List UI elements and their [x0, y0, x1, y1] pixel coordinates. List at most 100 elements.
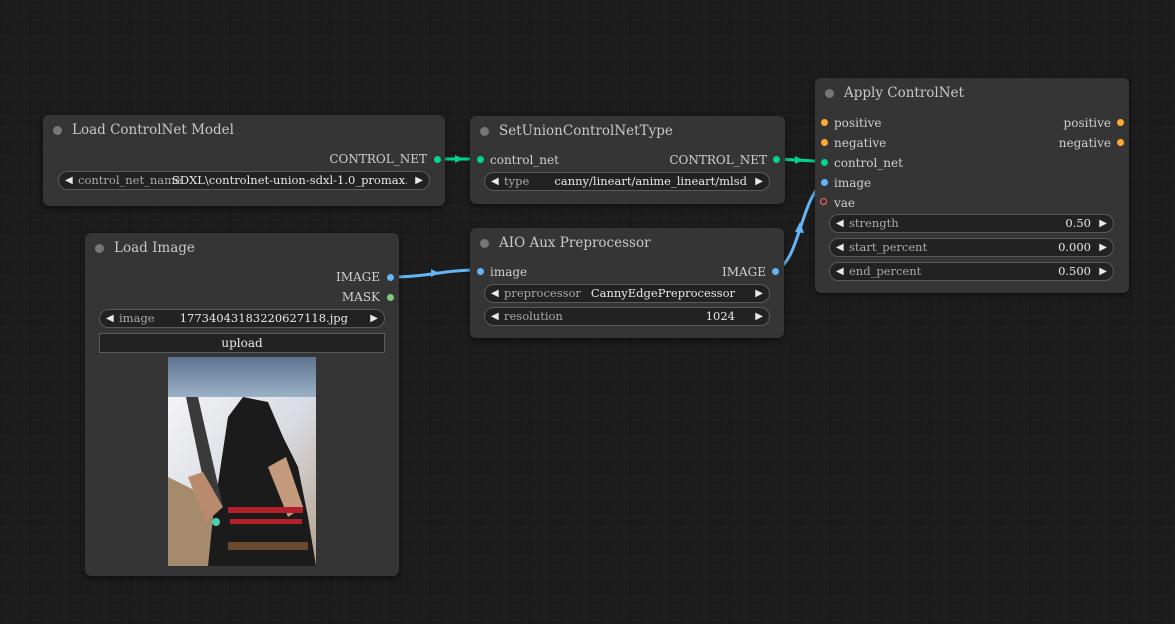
node-title[interactable]: SetUnionControlNetType [470, 116, 785, 146]
node-title-text: SetUnionControlNetType [499, 123, 673, 139]
node-title[interactable]: AIO Aux Preprocessor [470, 228, 784, 258]
end-percent-number[interactable]: ◀ end_percent 0.500 ▶ [829, 262, 1114, 281]
arrow-left-icon[interactable]: ◀ [491, 308, 499, 325]
output-negative[interactable]: negative [1059, 135, 1111, 151]
node-apply-controlnet[interactable]: Apply ControlNet positive negative contr… [815, 78, 1129, 293]
collapse-dot-icon[interactable] [53, 126, 62, 135]
arrow-right-icon[interactable]: ▶ [755, 308, 763, 325]
widget-label: image [119, 311, 155, 325]
widget-label: strength [849, 216, 899, 230]
arrow-right-icon[interactable]: ▶ [755, 285, 763, 302]
upload-label: upload [221, 336, 263, 350]
node-title[interactable]: Load ControlNet Model [43, 115, 445, 145]
input-label: vae [834, 196, 856, 210]
node-set-union-controlnet-type[interactable]: SetUnionControlNetType control_net CONTR… [470, 116, 785, 204]
input-control-net[interactable]: control_net [490, 152, 559, 168]
input-label: control_net [490, 153, 559, 167]
node-title-text: Apply ControlNet [844, 85, 964, 101]
output-label: IMAGE [721, 265, 766, 279]
widget-value: 0.50 [1065, 216, 1091, 230]
resolution-number[interactable]: ◀ resolution 1024 ▶ [484, 307, 770, 326]
output-control-net-dot-icon[interactable] [434, 156, 441, 163]
preprocessor-combo[interactable]: ◀ preprocessor CannyEdgePreprocessor ▶ [484, 284, 770, 303]
output-control-net[interactable]: CONTROL_NET [669, 152, 767, 168]
arrow-right-icon[interactable]: ▶ [755, 173, 763, 190]
output-label: positive [1063, 116, 1111, 130]
input-negative-dot-icon[interactable] [821, 139, 828, 146]
input-negative[interactable]: negative [834, 135, 886, 151]
arrow-left-icon[interactable]: ◀ [836, 239, 844, 256]
output-mask[interactable]: MASK [342, 289, 380, 305]
arrow-right-icon[interactable]: ▶ [415, 172, 423, 189]
input-label: negative [834, 136, 887, 150]
image-preview [168, 357, 316, 566]
preview-illustration [168, 357, 316, 566]
collapse-dot-icon[interactable] [480, 239, 489, 248]
output-label: CONTROL_NET [329, 152, 427, 166]
output-label: negative [1058, 136, 1111, 150]
input-image-dot-icon[interactable] [477, 268, 484, 275]
output-control-net[interactable]: CONTROL_NET [329, 151, 427, 167]
arrow-right-icon[interactable]: ▶ [370, 310, 378, 327]
input-positive-dot-icon[interactable] [821, 119, 828, 126]
output-image-dot-icon[interactable] [772, 268, 779, 275]
widget-label: preprocessor [504, 286, 581, 300]
input-label: positive [834, 116, 882, 130]
widget-value: 0.000 [1058, 240, 1091, 254]
input-label: image [490, 265, 528, 279]
output-image[interactable]: IMAGE [722, 264, 766, 280]
arrow-left-icon[interactable]: ◀ [836, 215, 844, 232]
node-title-text: Load Image [114, 240, 195, 256]
widget-label: start_percent [849, 240, 928, 254]
control-net-name-combo[interactable]: ◀ control_net_name SDXL\controlnet-union… [58, 171, 430, 190]
arrow-left-icon[interactable]: ◀ [836, 263, 844, 280]
arrow-left-icon[interactable]: ◀ [491, 173, 499, 190]
widget-label: control_net_name [78, 173, 182, 187]
node-title[interactable]: Load Image [85, 233, 399, 263]
start-percent-number[interactable]: ◀ start_percent 0.000 ▶ [829, 238, 1114, 257]
node-load-image[interactable]: Load Image IMAGE MASK ◀ image 1773404318… [85, 233, 399, 576]
output-positive[interactable]: positive [1064, 115, 1111, 131]
input-image[interactable]: image [834, 175, 871, 191]
arrow-left-icon[interactable]: ◀ [106, 310, 114, 327]
widget-value: 0.500 [1058, 264, 1091, 278]
arrow-left-icon[interactable]: ◀ [491, 285, 499, 302]
output-positive-dot-icon[interactable] [1117, 119, 1124, 126]
input-vae-dot-icon[interactable] [820, 198, 827, 205]
output-negative-dot-icon[interactable] [1117, 139, 1124, 146]
input-control-net-dot-icon[interactable] [477, 156, 484, 163]
node-title[interactable]: Apply ControlNet [815, 78, 1129, 108]
output-label: MASK [341, 290, 380, 304]
input-control-net-dot-icon[interactable] [821, 159, 828, 166]
strength-number[interactable]: ◀ strength 0.50 ▶ [829, 214, 1114, 233]
input-image[interactable]: image [490, 264, 527, 280]
output-image[interactable]: IMAGE [336, 269, 380, 285]
type-combo[interactable]: ◀ type canny/lineart/anime_lineart/mlsd … [484, 172, 770, 191]
upload-button[interactable]: upload [99, 333, 385, 353]
node-title-text: Load ControlNet Model [72, 122, 234, 138]
output-image-dot-icon[interactable] [387, 274, 394, 281]
input-vae[interactable]: vae [834, 195, 855, 211]
node-title-text: AIO Aux Preprocessor [499, 235, 651, 251]
arrow-right-icon[interactable]: ▶ [1099, 239, 1107, 256]
widget-value: 1024 [705, 309, 735, 323]
collapse-dot-icon[interactable] [95, 244, 104, 253]
widget-value: 17734043183220627118.jpg [179, 311, 348, 325]
output-control-net-dot-icon[interactable] [773, 156, 780, 163]
arrow-right-icon[interactable]: ▶ [1099, 215, 1107, 232]
node-load-controlnet-model[interactable]: Load ControlNet Model CONTROL_NET ◀ cont… [43, 115, 445, 206]
output-label: IMAGE [335, 270, 380, 284]
collapse-dot-icon[interactable] [825, 89, 834, 98]
widget-label: type [504, 174, 530, 188]
arrow-left-icon[interactable]: ◀ [65, 172, 73, 189]
input-image-dot-icon[interactable] [821, 179, 828, 186]
node-aio-aux-preprocessor[interactable]: AIO Aux Preprocessor image IMAGE ◀ prepr… [470, 228, 784, 338]
output-label: CONTROL_NET [669, 153, 767, 167]
input-control-net[interactable]: control_net [834, 155, 903, 171]
image-combo[interactable]: ◀ image 17734043183220627118.jpg ▶ [99, 309, 385, 328]
widget-value: CannyEdgePreprocessor [590, 286, 735, 300]
output-mask-dot-icon[interactable] [387, 294, 394, 301]
arrow-right-icon[interactable]: ▶ [1099, 263, 1107, 280]
input-positive[interactable]: positive [834, 115, 881, 131]
collapse-dot-icon[interactable] [480, 127, 489, 136]
